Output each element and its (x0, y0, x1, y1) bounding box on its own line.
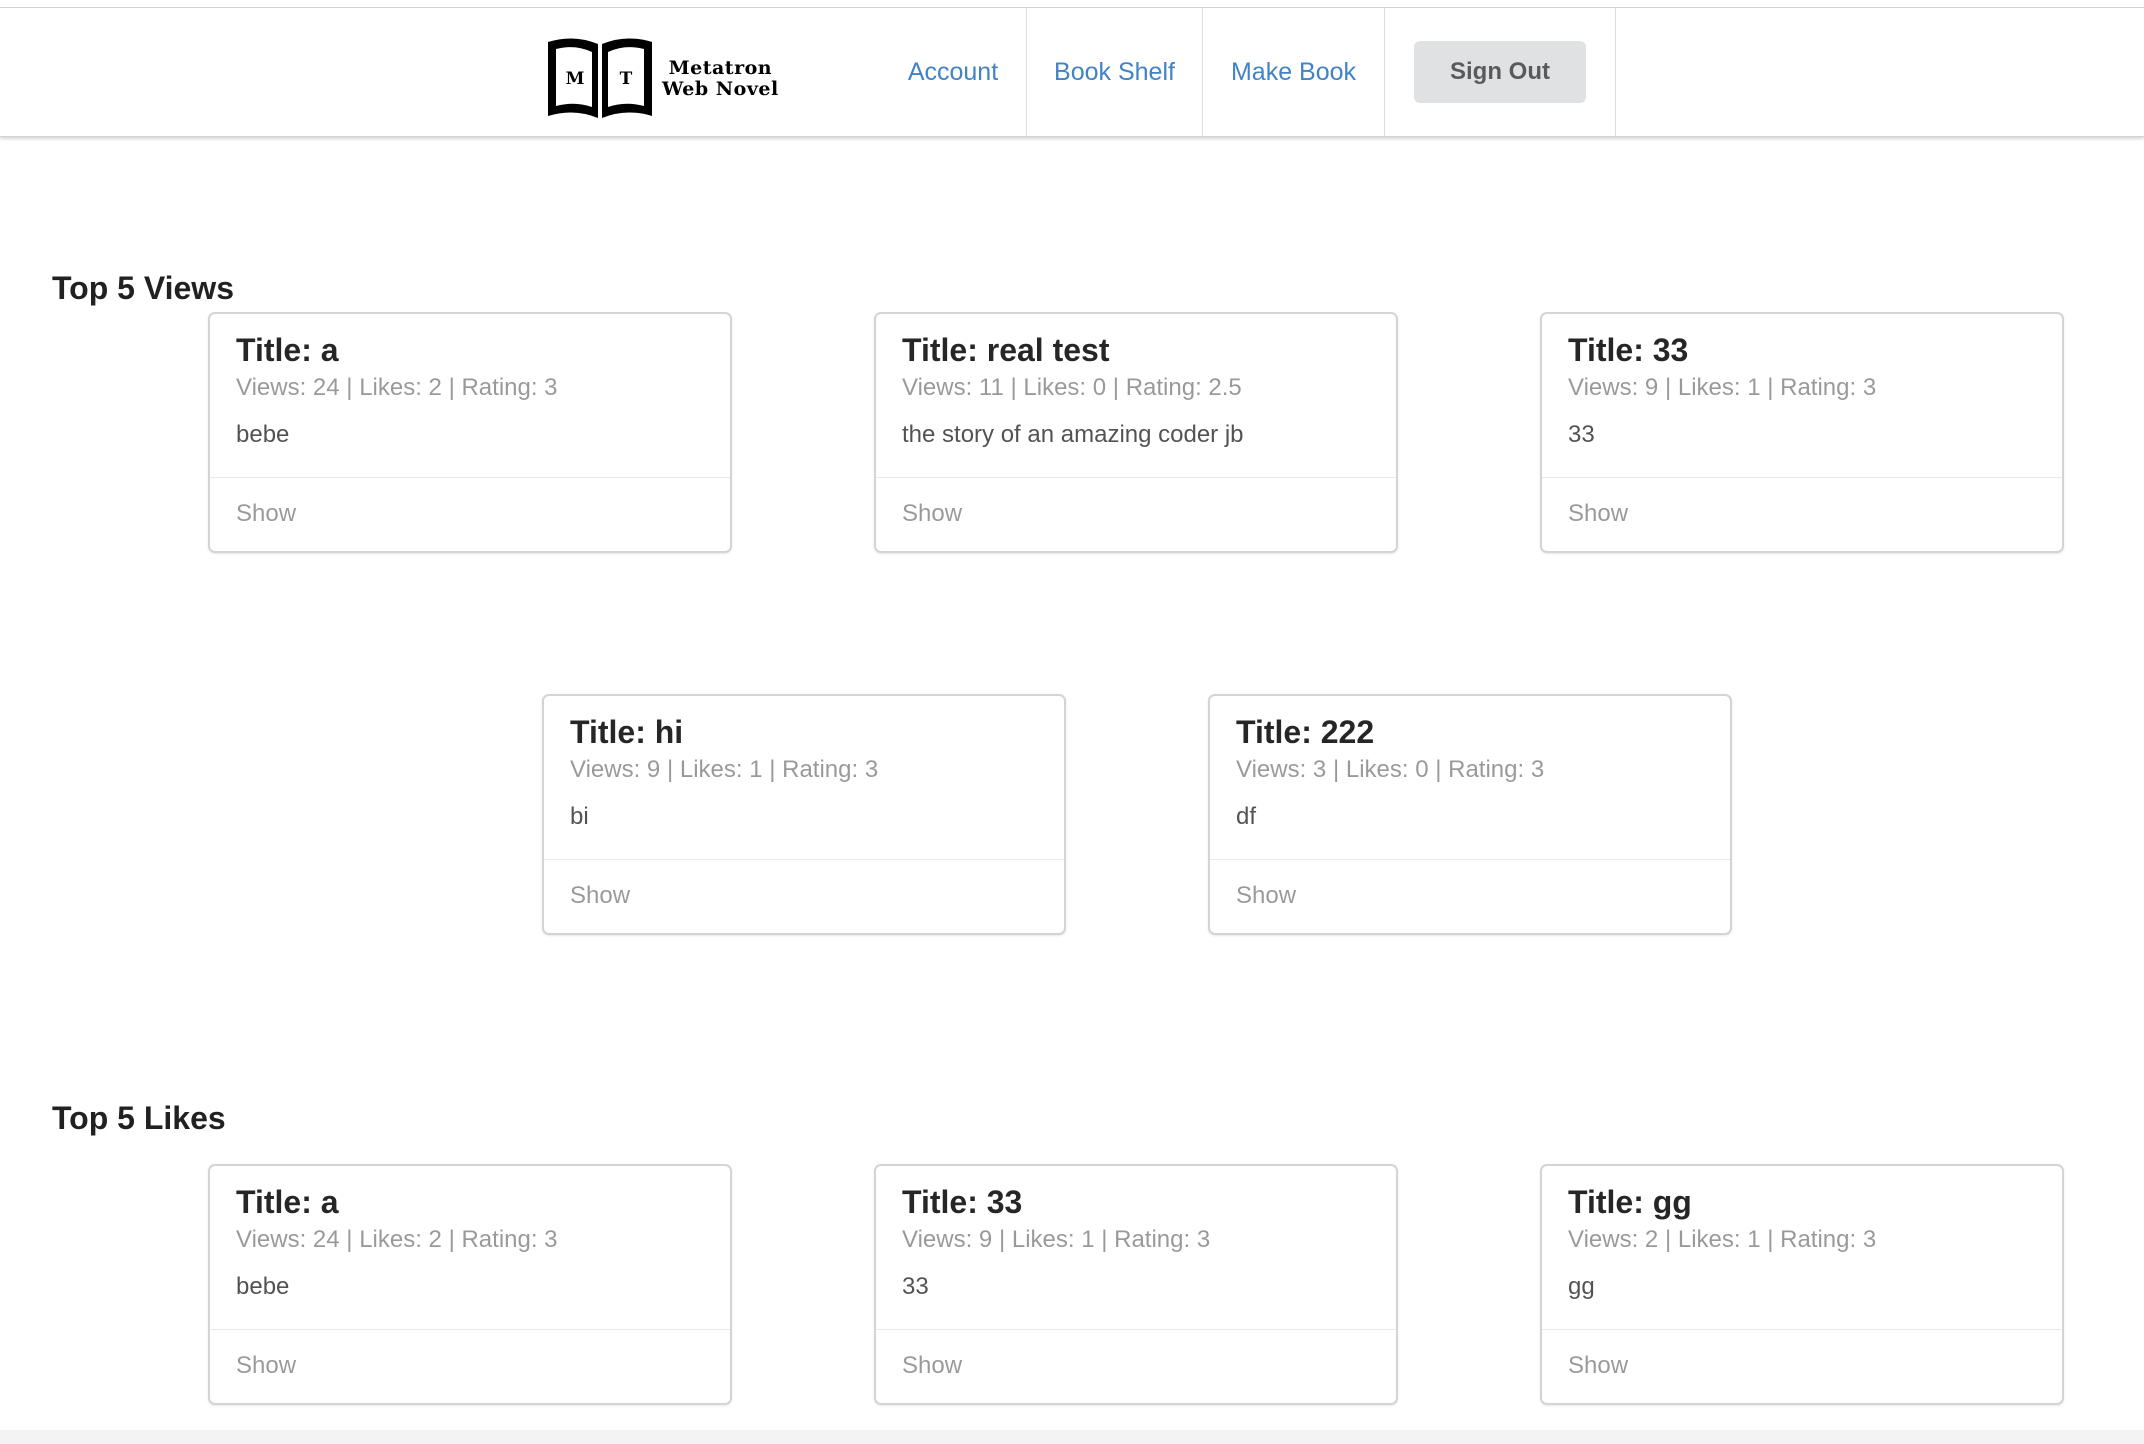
site-logo[interactable]: M T Metatron Web Novel (544, 32, 820, 124)
card-title: Title: hi (570, 714, 684, 750)
card-description: df (1236, 803, 1257, 830)
book-card: Title: 33 Views: 9 | Likes: 1 | Rating: … (1541, 313, 2063, 552)
card-description: gg (1568, 1273, 1595, 1300)
logo-letter-m: M (566, 69, 585, 89)
section-title-top-likes: Top 5 Likes (52, 1100, 226, 1136)
card-show-link[interactable]: Show (236, 1352, 296, 1380)
card-show-link[interactable]: Show (902, 1352, 962, 1380)
nav-book-shelf-link[interactable]: Book Shelf (1027, 8, 1202, 136)
open-book-icon: M T (548, 38, 652, 118)
card-description: 33 (902, 1273, 929, 1300)
card-title: Title: a (236, 1184, 339, 1220)
nav-make-book-link[interactable]: Make Book (1203, 8, 1384, 136)
card-description: bebe (236, 1273, 290, 1300)
card-content: Title: 222 Views: 3 | Likes: 0 | Rating:… (1210, 696, 1730, 860)
card-meta: Views: 11 | Likes: 0 | Rating: 2.5 (902, 374, 1242, 401)
card-show-link[interactable]: Show (570, 882, 630, 910)
card-title: Title: a (236, 332, 339, 368)
card-title: Title: real test (902, 332, 1110, 368)
bottom-scroll-edge (0, 1430, 2144, 1444)
card-content: Title: gg Views: 2 | Likes: 1 | Rating: … (1542, 1166, 2062, 1330)
book-card: Title: 33 Views: 9 | Likes: 1 | Rating: … (875, 1165, 1397, 1404)
card-content: Title: 33 Views: 9 | Likes: 1 | Rating: … (876, 1166, 1396, 1330)
card-description: the story of an amazing coder jb (902, 421, 1244, 448)
top-strip (0, 0, 2144, 8)
card-content: Title: a Views: 24 | Likes: 2 | Rating: … (210, 314, 730, 478)
nav-divider (1615, 8, 1616, 136)
card-show-link[interactable]: Show (236, 500, 296, 528)
card-meta: Views: 9 | Likes: 1 | Rating: 3 (902, 1226, 1211, 1253)
logo-letter-t: T (620, 69, 633, 89)
card-title: Title: 33 (902, 1184, 1023, 1220)
card-show-link[interactable]: Show (1236, 882, 1296, 910)
book-card: Title: real test Views: 11 | Likes: 0 | … (875, 313, 1397, 552)
card-content: Title: a Views: 24 | Likes: 2 | Rating: … (210, 1166, 730, 1330)
book-card: Title: 222 Views: 3 | Likes: 0 | Rating:… (1209, 695, 1731, 934)
card-meta: Views: 9 | Likes: 1 | Rating: 3 (570, 756, 879, 783)
card-meta: Views: 9 | Likes: 1 | Rating: 3 (1568, 374, 1877, 401)
card-title: Title: 33 (1568, 332, 1689, 368)
book-card: Title: gg Views: 2 | Likes: 1 | Rating: … (1541, 1165, 2063, 1404)
section-title-top-views: Top 5 Views (52, 270, 234, 306)
nav-account-link[interactable]: Account (880, 8, 1026, 136)
card-content: Title: 33 Views: 9 | Likes: 1 | Rating: … (1542, 314, 2062, 478)
sign-out-button[interactable]: Sign Out (1414, 41, 1586, 103)
card-show-link[interactable]: Show (902, 500, 962, 528)
book-card: Title: hi Views: 9 | Likes: 1 | Rating: … (543, 695, 1065, 934)
card-meta: Views: 24 | Likes: 2 | Rating: 3 (236, 1226, 558, 1253)
card-title: Title: 222 (1236, 714, 1375, 750)
book-card: Title: a Views: 24 | Likes: 2 | Rating: … (209, 1165, 731, 1404)
card-description: 33 (1568, 421, 1595, 448)
card-show-link[interactable]: Show (1568, 500, 1628, 528)
card-meta: Views: 3 | Likes: 0 | Rating: 3 (1236, 756, 1545, 783)
page: M T Metatron Web Novel Account Book Shel… (0, 0, 2144, 1444)
card-meta: Views: 2 | Likes: 1 | Rating: 3 (1568, 1226, 1877, 1253)
logo-line-1: Metatron (668, 57, 773, 79)
top-navbar: M T Metatron Web Novel Account Book Shel… (0, 8, 2144, 137)
book-card: Title: a Views: 24 | Likes: 2 | Rating: … (209, 313, 731, 552)
card-content: Title: hi Views: 9 | Likes: 1 | Rating: … (544, 696, 1064, 860)
logo-text: Metatron Web Novel (662, 58, 779, 100)
card-content: Title: real test Views: 11 | Likes: 0 | … (876, 314, 1396, 478)
card-show-link[interactable]: Show (1568, 1352, 1628, 1380)
logo-line-2: Web Novel (662, 78, 779, 100)
nav-divider (1384, 8, 1385, 136)
card-meta: Views: 24 | Likes: 2 | Rating: 3 (236, 374, 558, 401)
card-title: Title: gg (1568, 1184, 1692, 1220)
card-description: bi (570, 803, 589, 830)
card-description: bebe (236, 421, 290, 448)
